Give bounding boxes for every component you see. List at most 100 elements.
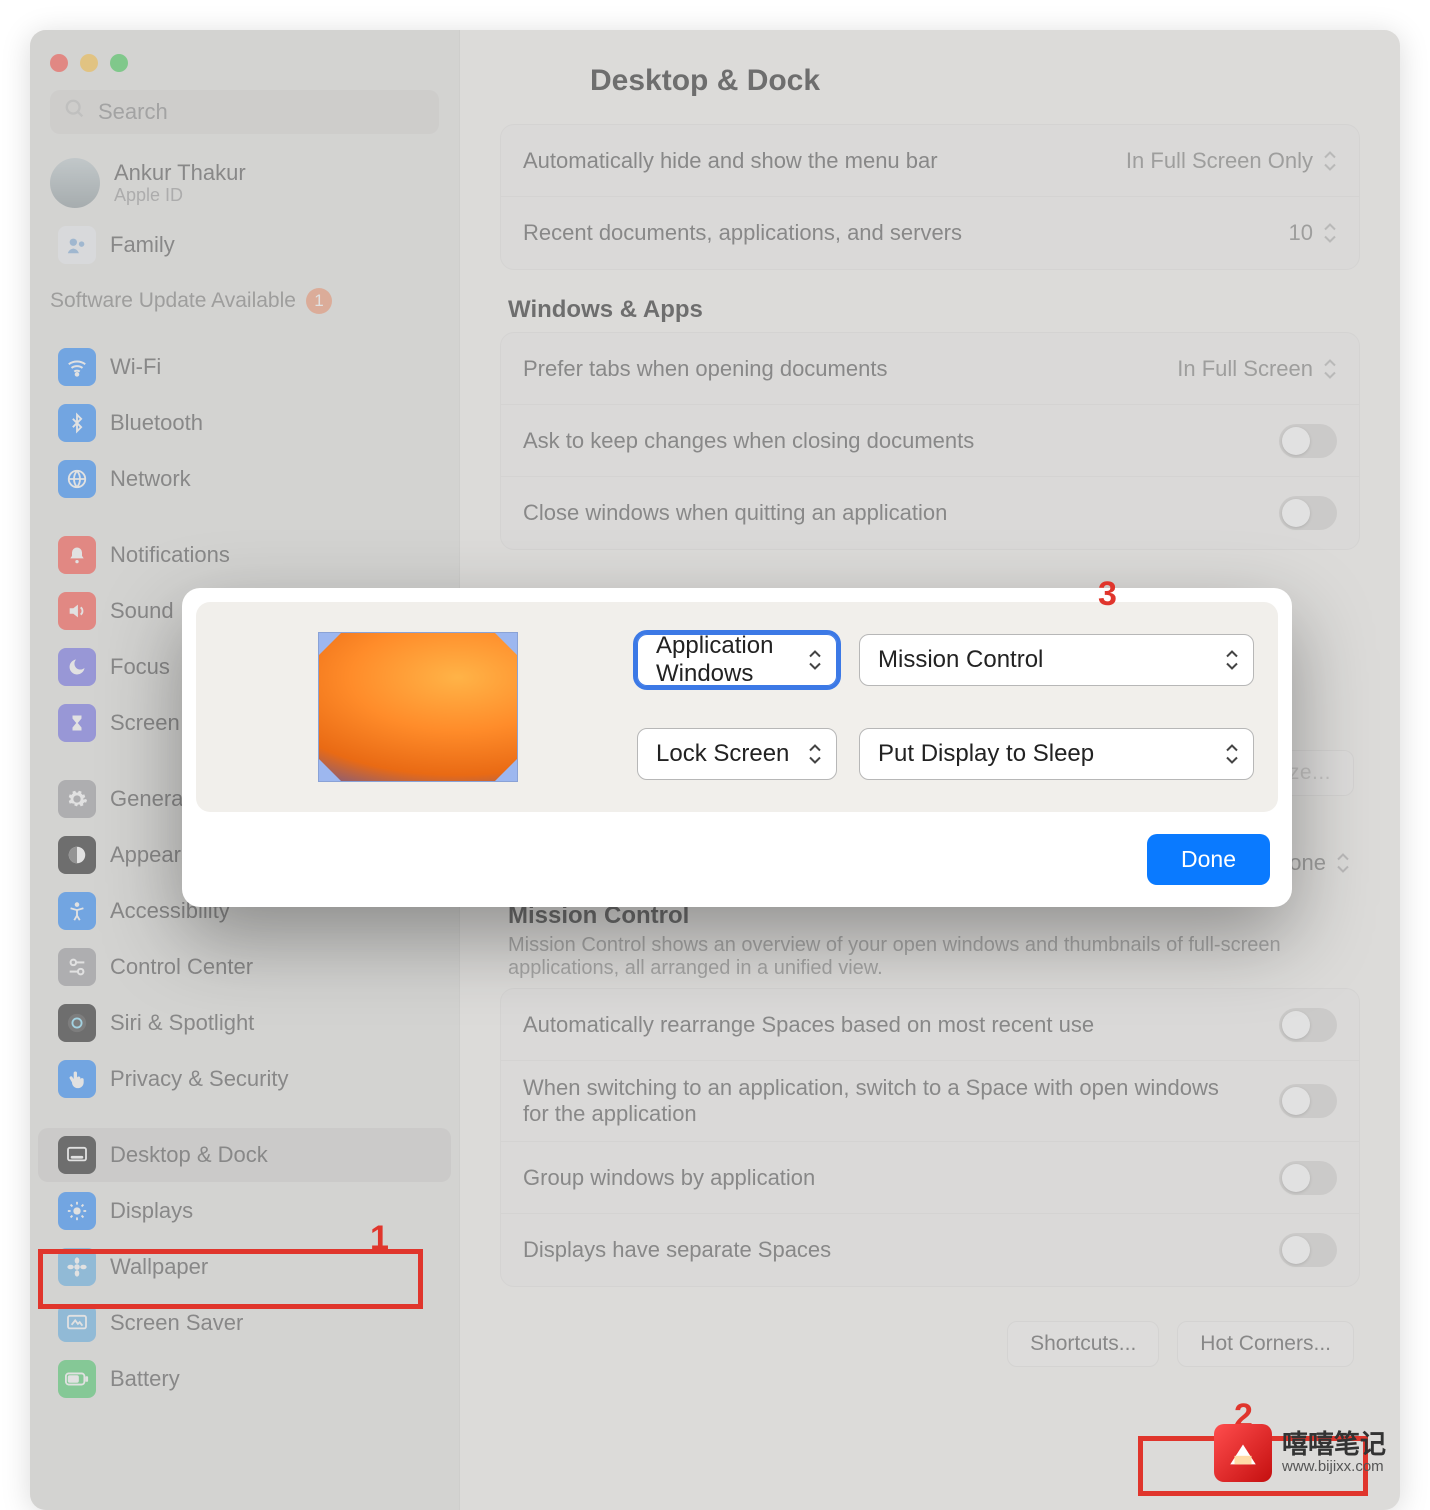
row-value: 10 [1289,220,1313,246]
switches-icon [58,948,96,986]
sidebar-item-notifications[interactable]: Notifications [38,528,451,582]
page-title: Desktop & Dock [500,34,1360,124]
row-value: In Full Screen [1177,356,1313,382]
row-close-on-quit[interactable]: Close windows when quitting an applicati… [501,477,1359,549]
row-mc-group-windows[interactable]: Group windows by application [501,1142,1359,1214]
row-label: When switching to an application, switch… [523,1075,1223,1127]
user-sub: Apple ID [114,185,246,206]
bluetooth-icon [58,404,96,442]
group-windows-apps: Prefer tabs when opening documents In Fu… [500,332,1360,550]
hot-corners-preview [318,632,518,782]
row-mc-separate-spaces[interactable]: Displays have separate Spaces [501,1214,1359,1286]
toggle[interactable] [1279,1161,1337,1195]
toggle[interactable] [1279,1084,1337,1118]
user-name: Ankur Thakur [114,160,246,185]
family-icon [58,226,96,264]
row-recent-items[interactable]: Recent documents, applications, and serv… [501,197,1359,269]
stepper-icon [1225,649,1239,671]
sidebar-item-wallpaper[interactable]: Wallpaper [38,1240,451,1294]
sidebar-item-label: Wallpaper [110,1254,431,1280]
sidebar-item-label: Network [110,466,431,492]
toggle[interactable] [1279,1008,1337,1042]
hot-corner-top-right-select[interactable]: Mission Control [859,634,1254,686]
speaker-icon [58,592,96,630]
stepper-icon [808,649,822,671]
flower-icon [58,1248,96,1286]
hourglass-icon [58,704,96,742]
row-label: Automatically hide and show the menu bar [523,148,938,174]
software-update-note[interactable]: Software Update Available 1 [30,274,459,320]
button-label: Done [1181,846,1236,872]
row-mc-auto-rearrange[interactable]: Automatically rearrange Spaces based on … [501,989,1359,1061]
row-label: Displays have separate Spaces [523,1237,831,1263]
sidebar-item-wi-fi[interactable]: Wi-Fi [38,340,451,394]
hot-corners-modal: Application Windows Mission Control [182,588,1292,907]
sidebar-item-label: Screen Saver [110,1310,431,1336]
close-window-button[interactable] [50,54,68,72]
siri-icon [58,1004,96,1042]
section-desc-mission-control: Mission Control shows an overview of you… [508,930,1352,980]
sidebar-item-battery[interactable]: Battery [38,1352,451,1406]
sidebar-item-label: Wi-Fi [110,354,431,380]
stepper-icon [1323,358,1337,380]
stepper-icon [808,743,822,765]
sidebar-item-desktop-dock[interactable]: Desktop & Dock [38,1128,451,1182]
sidebar-item-label: Battery [110,1366,431,1392]
sidebar-apple-id[interactable]: Ankur Thakur Apple ID [30,150,459,216]
hot-corner-bottom-left-select[interactable]: Lock Screen [637,728,837,780]
button-label: Shortcuts... [1030,1332,1136,1355]
row-value: In Full Screen Only [1126,148,1313,174]
hot-corner-top-left-select[interactable]: Application Windows [637,634,837,686]
sidebar-item-displays[interactable]: Displays [38,1184,451,1238]
toggle[interactable] [1279,496,1337,530]
sidebar-item-privacy-security[interactable]: Privacy & Security [38,1052,451,1106]
section-title-windows-apps: Windows & Apps [508,296,1352,324]
toggle[interactable] [1279,1233,1337,1267]
sidebar-item-label: Desktop & Dock [110,1142,431,1168]
stepper-icon [1336,852,1350,874]
zoom-window-button[interactable] [110,54,128,72]
row-label: Recent documents, applications, and serv… [523,220,962,246]
sidebar-item-label: Bluetooth [110,410,431,436]
row-label: Prefer tabs when opening documents [523,356,887,382]
hot-corner-bottom-right-select[interactable]: Put Display to Sleep [859,728,1254,780]
toggle[interactable] [1279,424,1337,458]
row-label: Automatically rearrange Spaces based on … [523,1012,1094,1038]
select-value: Mission Control [878,646,1043,674]
sidebar-item-control-center[interactable]: Control Center [38,940,451,994]
done-button[interactable]: Done [1147,834,1270,885]
software-update-label: Software Update Available [50,289,296,313]
sidebar-item-label: Notifications [110,542,431,568]
sidebar-item-label: Siri & Spotlight [110,1010,431,1036]
sidebar-item-network[interactable]: Network [38,452,451,506]
row-label: Close windows when quitting an applicati… [523,500,947,526]
row-auto-hide-menubar[interactable]: Automatically hide and show the menu bar… [501,125,1359,197]
row-prefer-tabs[interactable]: Prefer tabs when opening documents In Fu… [501,333,1359,405]
select-value: Lock Screen [656,740,789,768]
select-value: Application Windows [656,632,808,688]
window-traffic-lights[interactable] [30,46,459,90]
row-ask-keep-changes[interactable]: Ask to keep changes when closing documen… [501,405,1359,477]
dock-icon [58,1136,96,1174]
bell-icon [58,536,96,574]
screensaver-icon [58,1304,96,1342]
sidebar-item-screen-saver[interactable]: Screen Saver [38,1296,451,1350]
sidebar-item-siri-spotlight[interactable]: Siri & Spotlight [38,996,451,1050]
search-field[interactable] [50,90,439,134]
avatar [50,158,100,208]
stepper-icon [1323,222,1337,244]
sidebar-item-bluetooth[interactable]: Bluetooth [38,396,451,450]
settings-window: Ankur Thakur Apple ID Family Software Up… [30,30,1400,1510]
search-input[interactable] [96,98,425,126]
hand-icon [58,1060,96,1098]
moon-icon [58,648,96,686]
battery-icon [58,1360,96,1398]
row-mc-switch-space[interactable]: When switching to an application, switch… [501,1061,1359,1142]
stepper-icon [1323,150,1337,172]
button-label: Hot Corners... [1200,1332,1331,1355]
search-icon [64,98,86,126]
shortcuts-button[interactable]: Shortcuts... [1007,1321,1159,1367]
hot-corners-button[interactable]: Hot Corners... [1177,1321,1354,1367]
sidebar-item-family[interactable]: Family [38,218,451,272]
minimize-window-button[interactable] [80,54,98,72]
